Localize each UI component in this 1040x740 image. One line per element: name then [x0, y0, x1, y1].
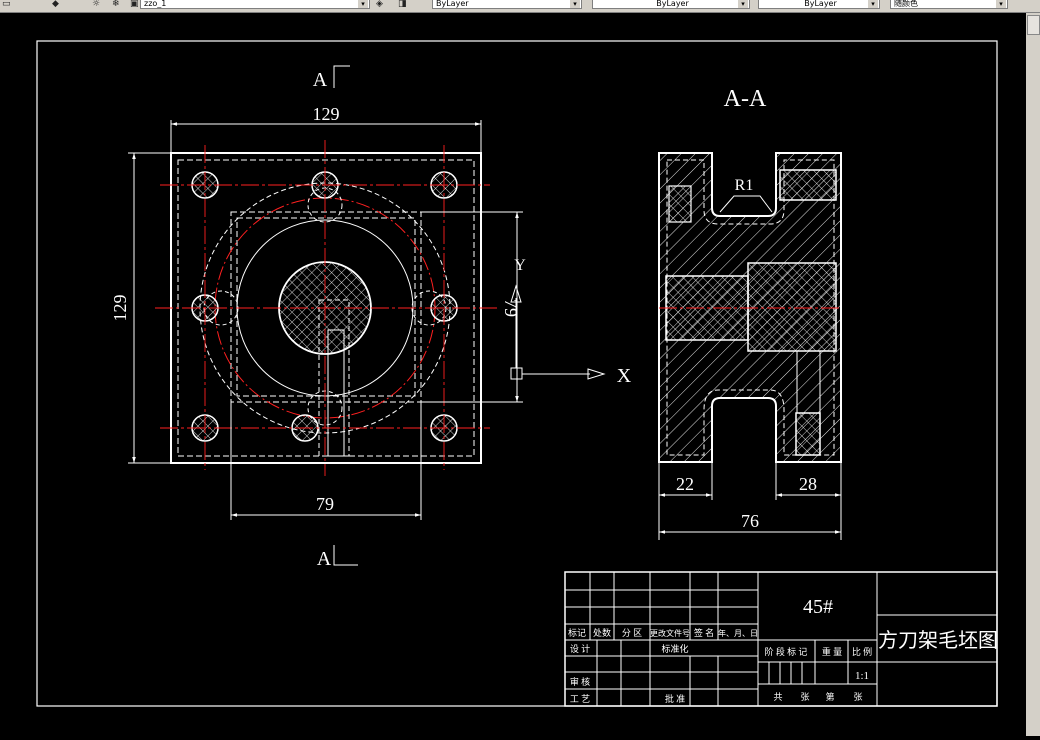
plotstyle-value: 随颜色 — [894, 0, 918, 8]
scrollbar-thumb[interactable] — [1027, 15, 1040, 35]
section-marker-bottom: A — [317, 548, 332, 570]
label-design: 设 计 — [570, 643, 590, 654]
dim-overall-length: 76 — [741, 511, 759, 531]
label-standardize: 标准化 — [661, 643, 688, 654]
plotstyle-combo[interactable]: 随颜色 ▾ — [890, 0, 1008, 9]
chevron-down-icon[interactable]: ▾ — [358, 0, 368, 8]
cad-drawing: 129 129 79 79 A A X Y A-A R1 22 28 76 标记… — [36, 40, 998, 707]
label-date: 年、月、日 — [718, 628, 758, 638]
dim-right-thickness: 28 — [799, 474, 817, 494]
label-process: 工 艺 — [570, 694, 590, 704]
label-review: 审 核 — [570, 676, 590, 687]
axis-y-label: Y — [514, 257, 526, 274]
dim-radius: R1 — [735, 177, 754, 194]
axis-x-label: X — [617, 365, 632, 387]
dim-inner-width: 79 — [316, 494, 334, 514]
properties-toolbar: ▭ ◆ ☼ ❄ ▣ zzo_1 ▾ ◈ ◨ ByLayer ▾ ByLayer … — [0, 0, 1040, 13]
chevron-down-icon[interactable]: ▾ — [996, 0, 1006, 8]
lock-icon[interactable]: ▣ — [130, 0, 139, 9]
color-value: ByLayer — [436, 0, 469, 8]
section-view-title: A-A — [724, 86, 767, 112]
color-combo[interactable]: ByLayer ▾ — [432, 0, 582, 9]
layer-manager-icon[interactable]: ▭ — [2, 0, 11, 9]
chevron-down-icon[interactable]: ▾ — [570, 0, 580, 8]
lineweight-combo[interactable]: ByLayer ▾ — [758, 0, 880, 9]
freeze-icon[interactable]: ❄ — [112, 0, 120, 9]
label-zone: 分 区 — [622, 628, 642, 638]
layer-previous-icon[interactable]: ◨ — [398, 0, 407, 9]
label-weight: 重 量 — [822, 646, 842, 657]
front-view — [155, 140, 606, 476]
section-marker-top: A — [313, 69, 328, 91]
label-change-doc: 更改文件号 — [650, 628, 690, 638]
label-ratio: 比 例 — [852, 646, 872, 657]
section-view — [658, 152, 842, 463]
chevron-down-icon[interactable]: ▾ — [738, 0, 748, 8]
layer-value: zzo_1 — [144, 0, 167, 8]
dim-inner-height: 79 — [501, 299, 521, 317]
layer-state-icon[interactable]: ◆ — [52, 0, 59, 9]
drawing-canvas[interactable]: 129 129 79 79 A A X Y A-A R1 22 28 76 标记… — [0, 13, 1026, 736]
part-name: 方刀架毛坯图 — [878, 629, 998, 652]
layer-combo[interactable]: zzo_1 ▾ — [140, 0, 370, 9]
dim-left-thickness: 22 — [676, 474, 694, 494]
linetype-value: ByLayer — [656, 0, 689, 8]
lightbulb-icon[interactable]: ☼ — [92, 0, 100, 9]
label-stage-mark: 阶 段 标 记 — [765, 646, 808, 657]
scale-value: 1:1 — [855, 670, 869, 682]
make-current-layer-icon[interactable]: ◈ — [376, 0, 383, 9]
linetype-combo[interactable]: ByLayer ▾ — [592, 0, 750, 9]
material-value: 45# — [803, 596, 833, 618]
dim-left-height: 129 — [110, 295, 130, 322]
lineweight-value: ByLayer — [804, 0, 837, 8]
label-signature: 签 名 — [694, 627, 714, 638]
vertical-scrollbar[interactable] — [1026, 13, 1040, 736]
label-count: 处数 — [593, 627, 611, 638]
label-total: 共 — [773, 692, 782, 702]
label-sheets: 张 — [800, 692, 809, 702]
chevron-down-icon[interactable]: ▾ — [868, 0, 878, 8]
label-mark: 标记 — [568, 627, 586, 638]
label-sheet: 张 — [853, 692, 862, 702]
dim-top-width: 129 — [313, 104, 340, 124]
label-sheet-no: 第 — [825, 691, 834, 702]
label-approve: 批 准 — [665, 693, 685, 704]
